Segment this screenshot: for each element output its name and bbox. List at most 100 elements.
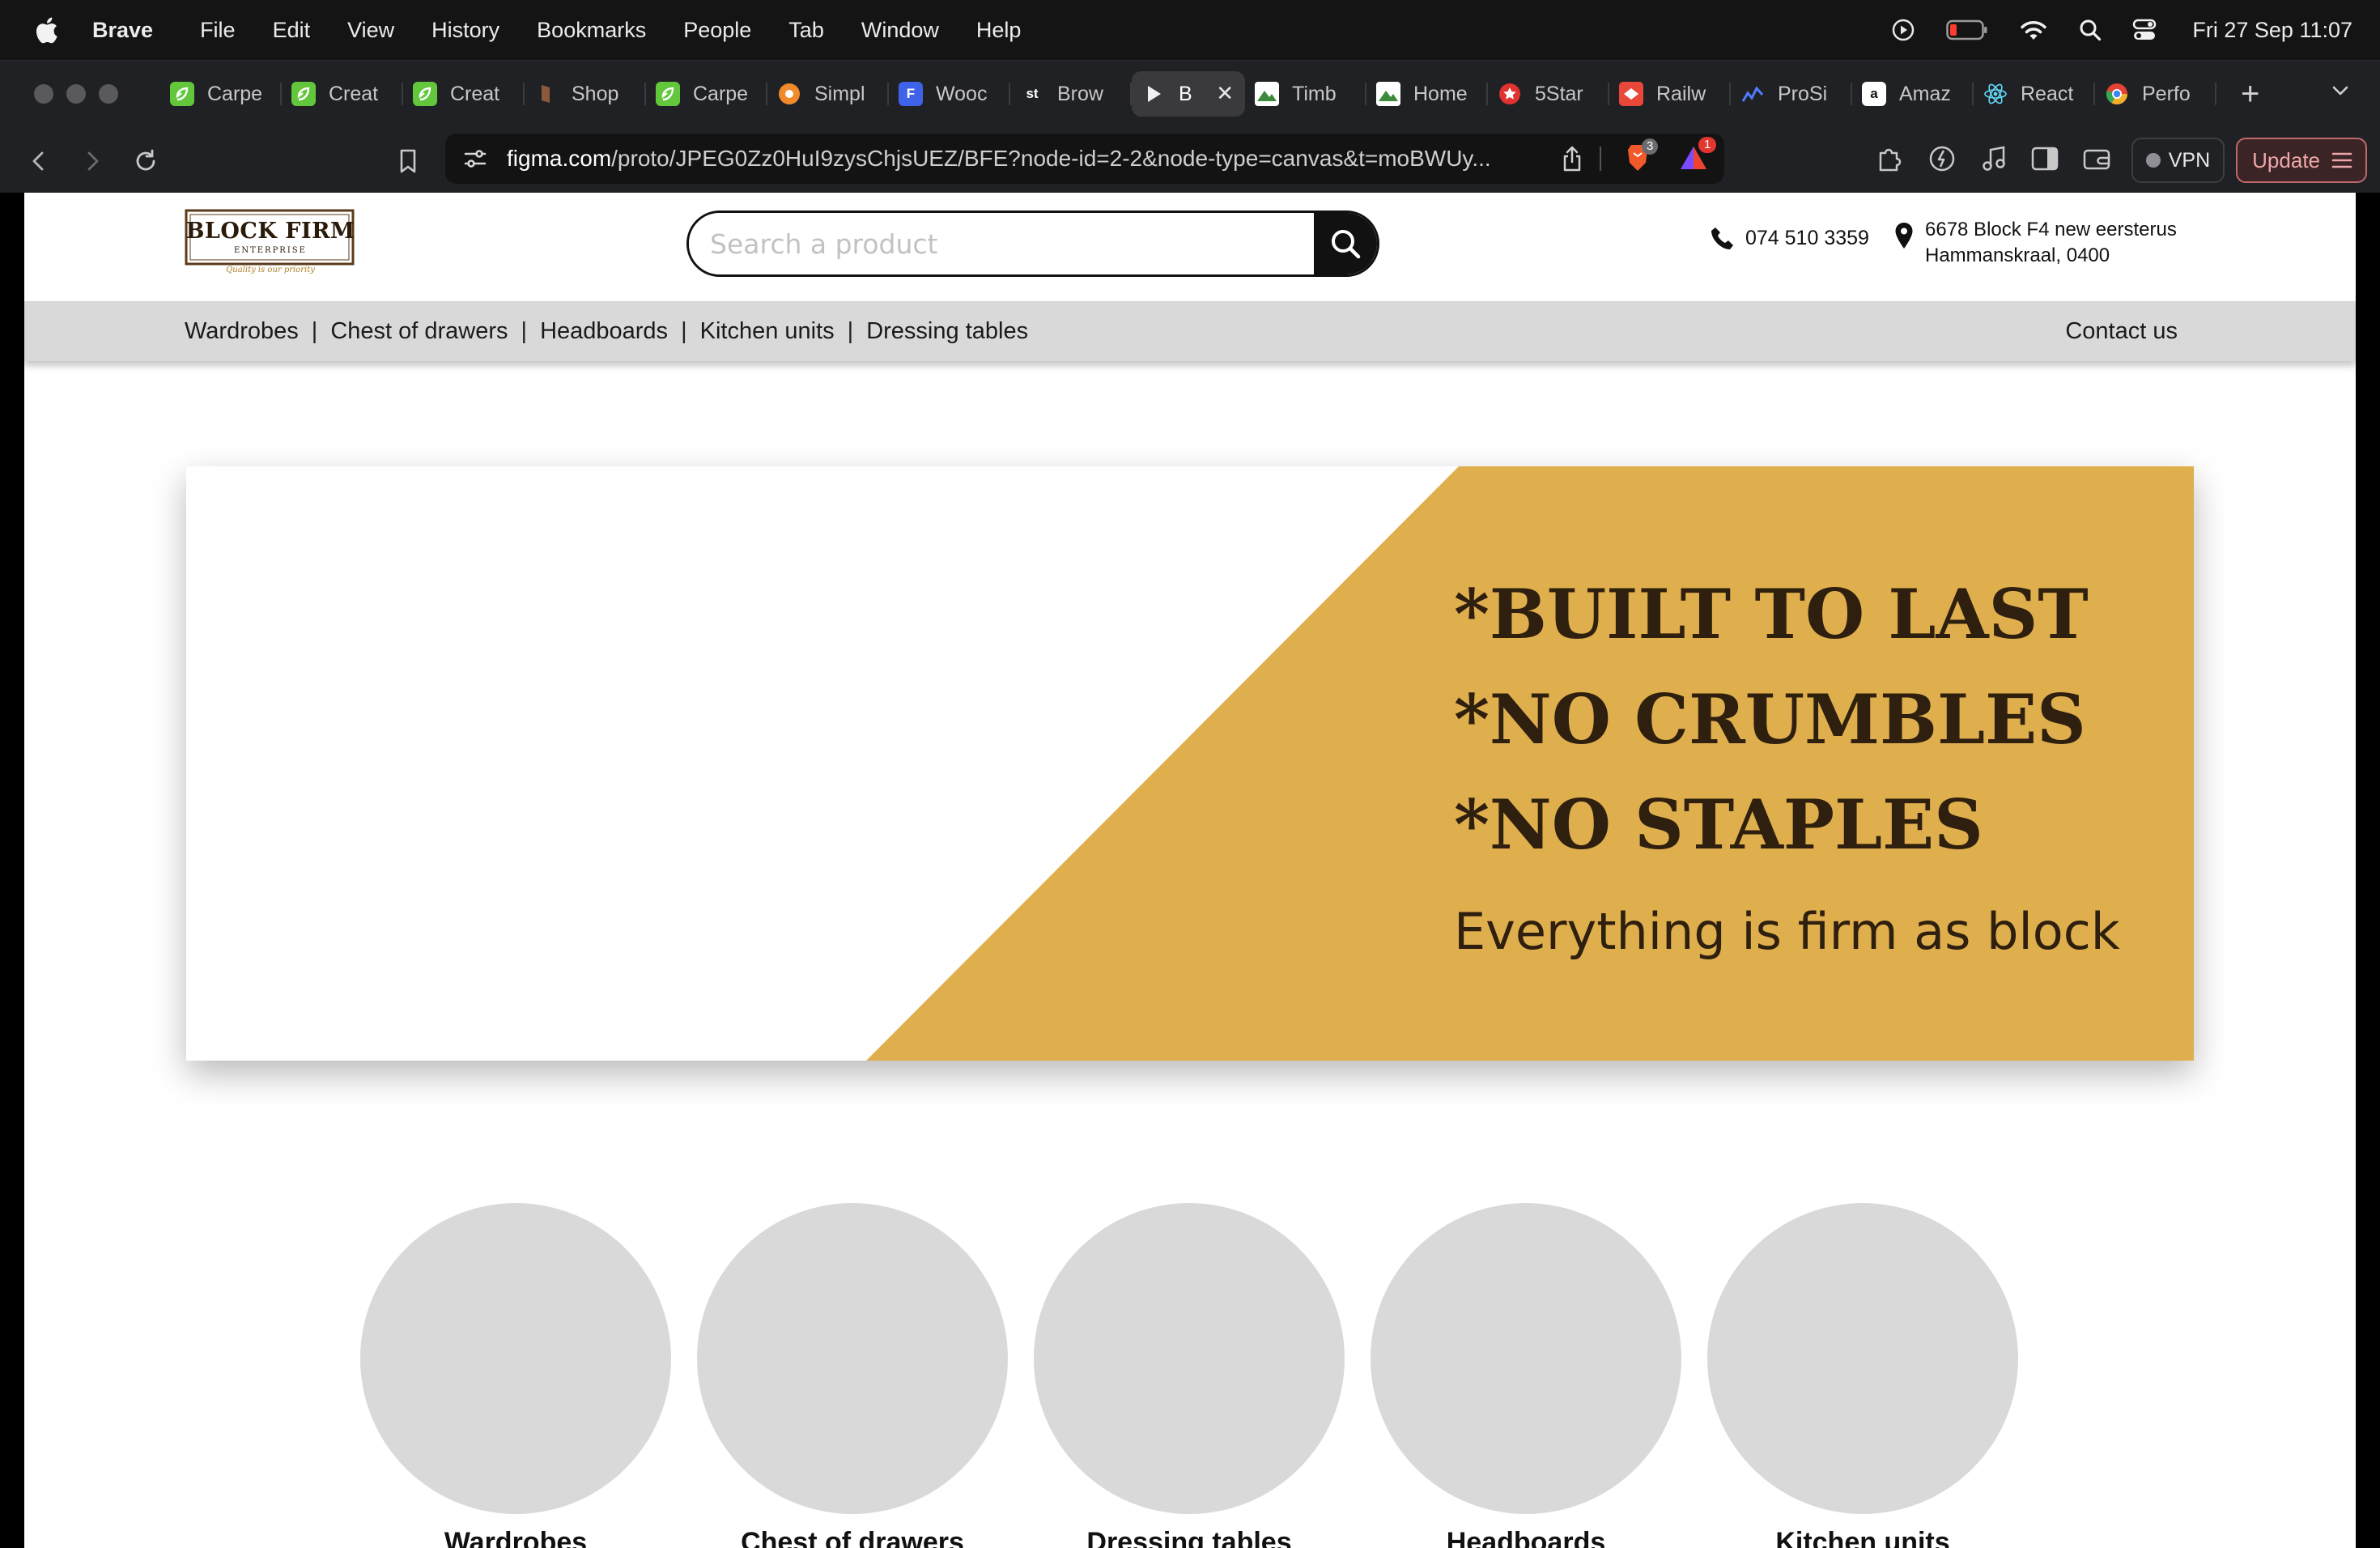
category-grid: Wardrobes Chest of drawers Dressing tabl…: [24, 1203, 2356, 1548]
minimize-window-button[interactable]: [66, 84, 86, 104]
menu-help[interactable]: Help: [976, 18, 1022, 43]
railway-icon: [1619, 82, 1643, 106]
browser-tab[interactable]: Simpl: [767, 71, 889, 117]
menu-people[interactable]: People: [683, 18, 751, 43]
zoom-window-button[interactable]: [99, 84, 118, 104]
menu-bookmarks[interactable]: Bookmarks: [537, 18, 646, 43]
menu-view[interactable]: View: [347, 18, 394, 43]
page-viewport: BLOCK FIRM ENTERPRISE Quality is our pri…: [24, 193, 2356, 1548]
update-button[interactable]: Update: [2236, 138, 2367, 183]
category-label[interactable]: Dressing tables: [1034, 1527, 1345, 1548]
search-button[interactable]: [1314, 213, 1377, 274]
nav-link-contact-us[interactable]: Contact us: [2065, 318, 2178, 345]
forward-arrow-icon[interactable]: [76, 145, 108, 177]
control-center-icon[interactable]: [2132, 19, 2157, 41]
back-arrow-icon[interactable]: [23, 145, 55, 177]
browser-tab[interactable]: Home: [1366, 71, 1488, 117]
site-settings-icon[interactable]: [463, 147, 487, 175]
browser-tab[interactable]: F Wooc: [889, 71, 1010, 117]
tab-title: 5Star: [1535, 82, 1583, 105]
sidebar-toggle-icon[interactable]: [2031, 147, 2059, 175]
category-card-chest-of-drawers[interactable]: Chest of drawers: [697, 1203, 1008, 1548]
menu-tab[interactable]: Tab: [788, 18, 824, 43]
nav-link-wardrobes[interactable]: Wardrobes: [185, 318, 299, 345]
nav-separator: |: [681, 317, 687, 344]
vpn-status-dot: [2145, 153, 2161, 168]
browser-tab[interactable]: B ✕: [1132, 71, 1245, 117]
category-card-wardrobes[interactable]: Wardrobes: [360, 1203, 671, 1548]
hero-headline: *BUILT TO LAST *NO CRUMBLES *NO STAPLES: [1454, 562, 2089, 878]
category-nav: Wardrobes | Chest of drawers | Headboard…: [24, 301, 2356, 361]
menu-clock[interactable]: Fri 27 Sep 11:07: [2192, 18, 2352, 43]
browser-tab[interactable]: st Brow: [1010, 71, 1132, 117]
category-image-placeholder[interactable]: [1707, 1203, 2018, 1514]
vpn-button[interactable]: VPN: [2131, 138, 2225, 183]
category-label[interactable]: Headboards: [1371, 1527, 1681, 1548]
window-controls: [34, 84, 131, 104]
address-bar[interactable]: figma.com/proto/JPEG0Zz0HuI9zysChjsUEZ/B…: [445, 134, 1724, 184]
category-label[interactable]: Wardrobes: [360, 1527, 671, 1548]
spotlight-search-icon[interactable]: [2079, 19, 2102, 41]
category-label[interactable]: Kitchen units: [1707, 1527, 2018, 1548]
tab-title: Creat: [450, 82, 500, 105]
apple-menu-icon[interactable]: [34, 15, 58, 45]
menu-edit[interactable]: Edit: [273, 18, 311, 43]
macos-menu-bar: Brave File Edit View History Bookmarks P…: [0, 0, 2380, 60]
leo-ai-icon[interactable]: [1927, 144, 1957, 177]
browser-tab[interactable]: 5Star: [1488, 71, 1609, 117]
browser-tab[interactable]: Timb: [1245, 71, 1366, 117]
reload-icon[interactable]: [130, 145, 162, 177]
location-pin-icon: [1894, 222, 1914, 249]
new-tab-button[interactable]: +: [2241, 76, 2259, 113]
bookmark-icon[interactable]: [392, 145, 424, 177]
browser-tab[interactable]: ProSi: [1731, 71, 1852, 117]
wifi-icon[interactable]: [2019, 19, 2048, 41]
category-card-headboards[interactable]: Headboards: [1371, 1203, 1681, 1548]
hero-tagline: Everything is firm as block: [1454, 902, 2120, 961]
tab-title: Railw: [1656, 82, 1706, 105]
hero-line-no-staples: *NO STAPLES: [1454, 785, 1983, 865]
nav-link-kitchen-units[interactable]: Kitchen units: [700, 318, 835, 345]
hero-line-no-crumbles: *NO CRUMBLES: [1454, 679, 2086, 759]
browser-tab[interactable]: Creat: [282, 71, 403, 117]
browser-tab[interactable]: a Amaz: [1852, 71, 1974, 117]
share-icon[interactable]: [1561, 145, 1583, 176]
category-label[interactable]: Chest of drawers: [697, 1527, 1008, 1548]
search-input[interactable]: [689, 213, 1314, 274]
browser-tab[interactable]: Creat: [403, 71, 525, 117]
menu-app-name[interactable]: Brave: [92, 18, 153, 43]
form-icon: F: [899, 82, 923, 106]
browser-tab[interactable]: Shop: [525, 71, 646, 117]
header-phone[interactable]: 074 510 3359: [1710, 225, 1869, 251]
update-label: Update: [2252, 147, 2320, 172]
category-image-placeholder[interactable]: [360, 1203, 671, 1514]
menu-window[interactable]: Window: [861, 18, 939, 43]
nav-link-headboards[interactable]: Headboards: [540, 318, 668, 345]
nav-link-dressing-tables[interactable]: Dressing tables: [866, 318, 1028, 345]
category-image-placeholder[interactable]: [697, 1203, 1008, 1514]
menu-history[interactable]: History: [431, 18, 499, 43]
category-card-kitchen-units[interactable]: Kitchen units: [1707, 1203, 2018, 1548]
extensions-puzzle-icon[interactable]: [1876, 145, 1903, 176]
browser-tab[interactable]: Carpe: [160, 71, 282, 117]
media-music-icon[interactable]: [1981, 145, 2007, 176]
media-play-icon[interactable]: [1891, 18, 1915, 42]
url-path: /proto/JPEG0Zz0HuI9zysChjsUEZ/BFE?node-i…: [611, 146, 1491, 171]
category-image-placeholder[interactable]: [1034, 1203, 1345, 1514]
browser-tab[interactable]: React: [1974, 71, 2095, 117]
site-header: BLOCK FIRM ENTERPRISE Quality is our pri…: [24, 193, 2356, 301]
browser-tab[interactable]: Railw: [1609, 71, 1731, 117]
battery-icon[interactable]: [1946, 19, 1988, 40]
close-tab-icon[interactable]: ✕: [1216, 81, 1234, 106]
close-window-button[interactable]: [34, 84, 53, 104]
tab-title: Carpe: [207, 82, 263, 105]
browser-tab[interactable]: Carpe: [646, 71, 767, 117]
category-image-placeholder[interactable]: [1371, 1203, 1681, 1514]
tab-search-chevron-icon[interactable]: [2330, 80, 2351, 105]
browser-tab[interactable]: Perfo: [2095, 71, 2216, 117]
wallet-icon[interactable]: [2083, 147, 2110, 175]
menu-file[interactable]: File: [200, 18, 236, 43]
nav-link-chest-of-drawers[interactable]: Chest of drawers: [330, 318, 508, 345]
category-card-dressing-tables[interactable]: Dressing tables: [1034, 1203, 1345, 1548]
block-firm-logo[interactable]: BLOCK FIRM ENTERPRISE Quality is our pri…: [185, 207, 356, 280]
